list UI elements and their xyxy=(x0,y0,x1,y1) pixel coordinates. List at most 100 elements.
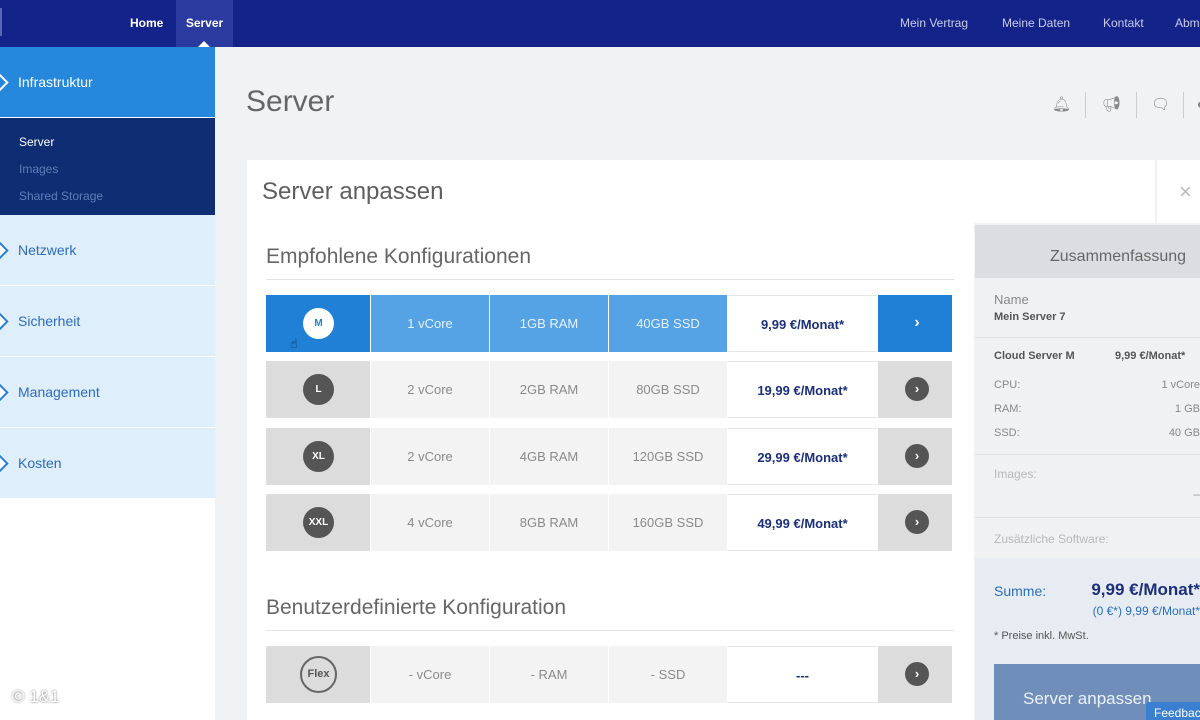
sidebar-item-label: Netzwerk xyxy=(18,242,77,258)
sidebar-item-label: Management xyxy=(18,384,100,400)
ram-summary-value: 1 GB xyxy=(1174,403,1200,415)
images-label: Images: xyxy=(994,467,1037,481)
copyright-watermark: © 1&1 xyxy=(12,687,60,706)
diamond-icon xyxy=(0,312,9,331)
sidebar-item-management[interactable]: Management xyxy=(0,357,215,428)
topbar-edge xyxy=(0,8,2,36)
sidebar-item-netzwerk[interactable]: Netzwerk xyxy=(0,215,215,286)
cpu-value: 1 vCore xyxy=(1161,379,1200,391)
nav-abmelden-link[interactable]: Abm xyxy=(1175,0,1200,47)
diamond-icon xyxy=(0,241,9,260)
ssd-summary-value: 40 GB xyxy=(1168,427,1200,439)
divider xyxy=(266,279,954,280)
price-value: 9,99 €/Monat* xyxy=(727,295,877,352)
divider xyxy=(266,630,954,631)
software-label: Zusätzliche Software: xyxy=(994,532,1109,546)
nav-server-label: Server xyxy=(185,16,224,30)
ssd-value: 120GB SSD xyxy=(608,428,727,485)
chat-icon[interactable]: 🗨︎ xyxy=(1151,96,1170,114)
vat-note: * Preise inkl. MwSt. xyxy=(994,630,1089,642)
plan-label: Cloud Server M xyxy=(994,350,1075,362)
ram-value: 4GB RAM xyxy=(489,428,608,485)
size-badge: L xyxy=(303,374,334,405)
price-value: 19,99 €/Monat* xyxy=(727,361,877,418)
megaphone-icon[interactable]: 📢︎ xyxy=(1102,96,1121,114)
nav-kontakt-link[interactable]: Kontakt xyxy=(1103,0,1144,47)
recommended-title: Empfohlene Konfigurationen xyxy=(266,245,532,268)
size-badge: M xyxy=(303,308,334,339)
summary-panel: Zusammenfassung Name Mein Server 7 Cloud… xyxy=(975,225,1200,720)
config-row-xl[interactable]: XL 2 vCore 4GB RAM 120GB SSD 29,99 €/Mon… xyxy=(266,428,954,485)
price-value: --- xyxy=(727,646,877,703)
diamond-icon xyxy=(0,383,9,402)
panel-title: Server anpassen xyxy=(262,178,444,205)
sidebar-item-infrastruktur[interactable]: Infrastruktur xyxy=(0,47,215,118)
chevron-right-icon[interactable]: › xyxy=(905,444,929,468)
ram-value: - RAM xyxy=(489,646,608,703)
divider xyxy=(1085,92,1086,118)
divider xyxy=(975,337,1200,338)
size-badge: XXL xyxy=(303,507,334,538)
ram-value: 8GB RAM xyxy=(489,494,608,551)
plan-price: 9,99 €/Monat* xyxy=(1115,350,1186,362)
bell-icon[interactable]: 🔔︎ xyxy=(1052,96,1071,114)
sidebar-item-kosten[interactable]: Kosten xyxy=(0,428,215,499)
config-row-xxl[interactable]: XXL 4 vCore 8GB RAM 160GB SSD 49,99 €/Mo… xyxy=(266,494,954,551)
vcore-value: 2 vCore xyxy=(370,428,489,485)
ram-value: 1GB RAM xyxy=(489,295,608,352)
feedback-button[interactable]: Feedback xyxy=(1146,702,1200,720)
ssd-value: 80GB SSD xyxy=(608,361,727,418)
divider xyxy=(1183,92,1184,118)
sidebar-item-label: Kosten xyxy=(18,455,62,471)
config-row-m[interactable]: ☝︎ M 1 vCore 1GB RAM 40GB SSD 9,99 €/Mona… xyxy=(266,295,954,352)
page-title: Server xyxy=(246,85,335,118)
sidebar-subitem-images[interactable]: Images xyxy=(0,160,215,187)
help-icon[interactable]: ● xyxy=(1192,96,1200,114)
vcore-value: - vCore xyxy=(370,646,489,703)
name-value: Mein Server 7 xyxy=(994,311,1066,323)
top-navigation-bar: Home Server Mein Vertrag Meine Daten Kon… xyxy=(0,0,1200,47)
sum-label: Summe: xyxy=(994,583,1047,599)
chevron-right-icon[interactable]: › xyxy=(905,311,929,335)
ram-value: 2GB RAM xyxy=(489,361,608,418)
chevron-right-icon[interactable]: › xyxy=(905,662,929,686)
cpu-label: CPU: xyxy=(994,379,1021,391)
sidebar-submenu: Server Images Shared Storage xyxy=(0,118,215,215)
sidebar-item-sicherheit[interactable]: Sicherheit xyxy=(0,286,215,357)
nav-home-link[interactable]: Home xyxy=(130,0,163,47)
config-row-flex[interactable]: Flex - vCore - RAM - SSD --- › xyxy=(266,646,954,703)
ssd-label: SSD: xyxy=(994,427,1020,439)
sum-subtext: (0 €*) 9,99 €/Monat* xyxy=(1092,604,1200,618)
config-row-l[interactable]: L 2 vCore 2GB RAM 80GB SSD 19,99 €/Monat… xyxy=(266,361,954,418)
price-value: 29,99 €/Monat* xyxy=(727,428,877,485)
sidebar: Infrastruktur Server Images Shared Stora… xyxy=(0,47,215,720)
ssd-value: 160GB SSD xyxy=(608,494,727,551)
sidebar-item-label: Infrastruktur xyxy=(18,74,93,90)
divider xyxy=(975,517,1200,518)
nav-meine-daten-link[interactable]: Meine Daten xyxy=(1002,0,1070,47)
chevron-right-icon[interactable]: › xyxy=(905,510,929,534)
sidebar-subitem-shared-storage[interactable]: Shared Storage xyxy=(0,187,215,214)
sidebar-subitem-server[interactable]: Server xyxy=(0,133,215,160)
nav-mein-vertrag-link[interactable]: Mein Vertrag xyxy=(900,0,968,47)
diamond-icon xyxy=(0,454,9,473)
images-value: – xyxy=(1193,487,1200,501)
size-badge: XL xyxy=(303,441,334,472)
sidebar-item-label: Sicherheit xyxy=(18,313,81,329)
ram-label: RAM: xyxy=(994,403,1022,415)
summary-title: Zusammenfassung xyxy=(975,225,1200,278)
close-icon[interactable]: × xyxy=(1157,160,1200,223)
chevron-right-icon[interactable]: › xyxy=(905,377,929,401)
nav-server-link[interactable]: Server xyxy=(176,0,233,47)
vcore-value: 1 vCore xyxy=(370,295,489,352)
name-label: Name xyxy=(994,292,1029,307)
sum-value: 9,99 €/Monat* xyxy=(1091,580,1200,599)
panel-header: Server anpassen xyxy=(247,160,1155,223)
vcore-value: 2 vCore xyxy=(370,361,489,418)
ssd-value: - SSD xyxy=(608,646,727,703)
price-value: 49,99 €/Monat* xyxy=(727,494,877,551)
vcore-value: 4 vCore xyxy=(370,494,489,551)
ssd-value: 40GB SSD xyxy=(608,295,727,352)
divider xyxy=(1136,92,1137,118)
size-badge: Flex xyxy=(300,656,337,693)
